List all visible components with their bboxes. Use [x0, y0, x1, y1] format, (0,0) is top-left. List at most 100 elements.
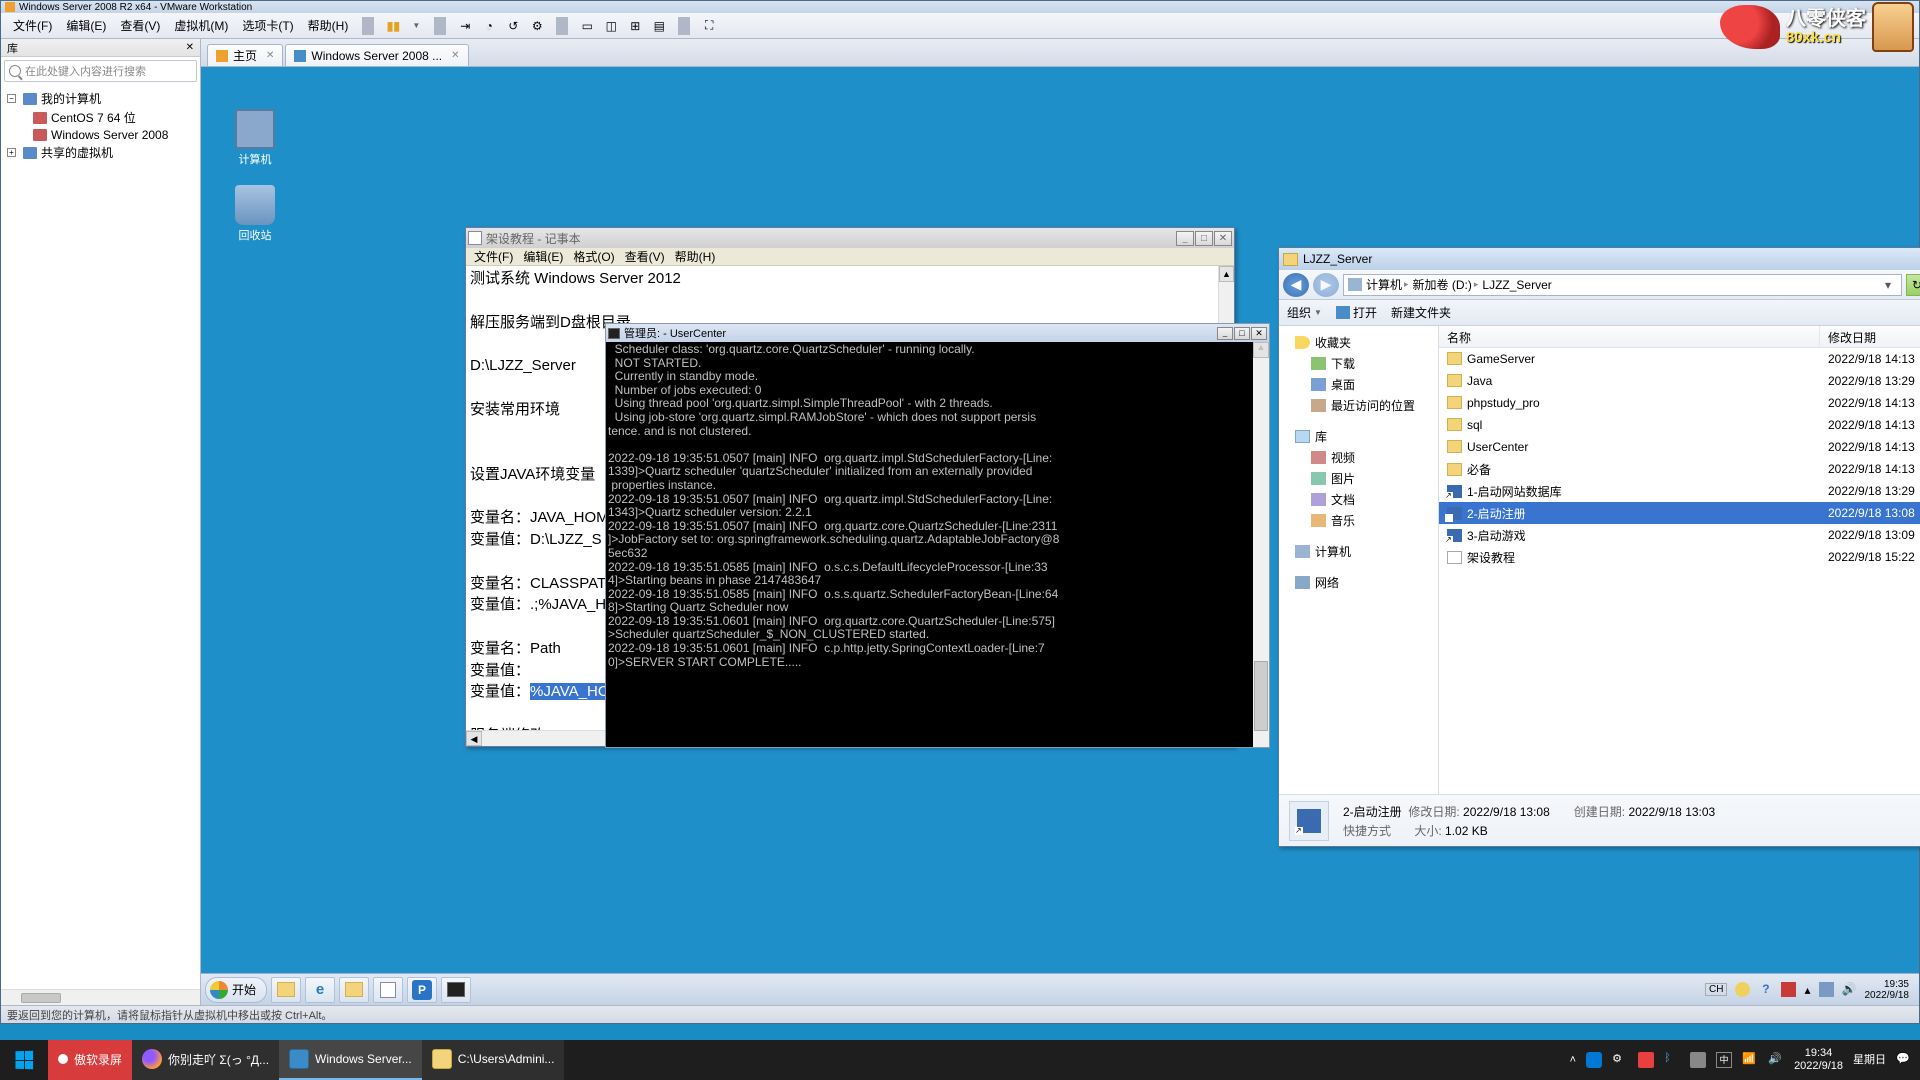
vm-clock[interactable]: 19:35 2022/9/18	[1865, 979, 1910, 1001]
file-row[interactable]: 2-启动注册2022/9/18 13:08快捷方式2 KB	[1439, 502, 1920, 524]
revert-button[interactable]: ↺	[502, 15, 524, 37]
path-seg-drive[interactable]: 新加卷 (D:) ▸	[1413, 276, 1479, 293]
back-button[interactable]: ◀	[1283, 273, 1309, 297]
tray-volume-icon[interactable]: 🔊	[1768, 1052, 1784, 1068]
address-bar[interactable]: 计算机 ▸ 新加卷 (D:) ▸ LJZZ_Server ▾	[1343, 274, 1902, 296]
manage-button[interactable]: ⚙	[526, 15, 548, 37]
file-row[interactable]: 1-启动网站数据库2022/9/18 13:29快捷方式1 KB	[1439, 480, 1920, 502]
tray-bluetooth-icon[interactable]: ᛒ	[1664, 1052, 1680, 1068]
file-row[interactable]: GameServer2022/9/18 14:13文件夹	[1439, 348, 1920, 370]
file-row[interactable]: UserCenter2022/9/18 14:13文件夹	[1439, 436, 1920, 458]
chevron-right-icon[interactable]: ▸	[1474, 279, 1479, 290]
task-recorder[interactable]: 傲软录屏	[48, 1040, 132, 1080]
np-menu-format[interactable]: 格式(O)	[569, 248, 618, 265]
close-button[interactable]: ✕	[1251, 327, 1267, 340]
side-libraries[interactable]: 库	[1283, 426, 1434, 447]
np-menu-edit[interactable]: 编辑(E)	[519, 248, 567, 265]
refresh-button[interactable]: ↻	[1906, 274, 1920, 296]
close-tab-icon[interactable]: ✕	[266, 50, 274, 61]
vmware-titlebar[interactable]: Windows Server 2008 R2 x64 - VMware Work…	[1, 1, 1919, 13]
task-folder[interactable]: C:\Users\Admini...	[422, 1040, 565, 1080]
tray-onedrive-icon[interactable]	[1586, 1052, 1602, 1068]
newfolder-button[interactable]: 新建文件夹	[1391, 304, 1451, 321]
scroll-left-icon[interactable]: ◀	[466, 731, 482, 746]
side-downloads[interactable]: 下载	[1283, 353, 1434, 374]
ime-indicator[interactable]: CH	[1705, 983, 1727, 996]
cmd-window[interactable]: 管理员: - UserCenter _ □ ✕ Scheduler class:…	[605, 323, 1270, 748]
send-ctrlaltdel-button[interactable]: ⇥	[454, 15, 476, 37]
tray-help-icon[interactable]: ?	[1758, 982, 1773, 997]
close-tab-icon[interactable]: ✕	[451, 50, 459, 61]
file-row[interactable]: sql2022/9/18 14:13文件夹	[1439, 414, 1920, 436]
task-p[interactable]: P	[407, 977, 437, 1003]
tray-settings-icon[interactable]: ⚙	[1612, 1052, 1628, 1068]
scrollbar-vertical[interactable]: ▲	[1253, 342, 1269, 747]
file-row[interactable]: 3-启动游戏2022/9/18 13:09快捷方式2 KB	[1439, 524, 1920, 546]
scroll-up-icon[interactable]: ▲	[1219, 266, 1234, 282]
maximize-button[interactable]: □	[1234, 327, 1250, 340]
unity-button[interactable]: ◫	[600, 15, 622, 37]
tray-network-icon[interactable]	[1819, 982, 1834, 997]
side-pictures[interactable]: 图片	[1283, 468, 1434, 489]
file-row[interactable]: 必备2022/9/18 14:13文件夹	[1439, 458, 1920, 480]
maximize-button[interactable]: □	[1195, 231, 1213, 246]
menu-vm[interactable]: 虚拟机(M)	[168, 15, 234, 36]
view-button[interactable]: ⊞	[624, 15, 646, 37]
stretch-button[interactable]: ⛶	[698, 15, 720, 37]
minimize-button[interactable]: _	[1176, 231, 1194, 246]
host-clock[interactable]: 19:34 2022/9/18	[1794, 1047, 1843, 1072]
tab-home[interactable]: 主页✕	[207, 44, 283, 66]
menu-edit[interactable]: 编辑(E)	[60, 15, 112, 36]
start-button[interactable]: 开始	[205, 977, 267, 1003]
file-row[interactable]: 架设教程2022/9/18 15:22文本文档2 KB	[1439, 546, 1920, 568]
tray-up-icon[interactable]: ˄	[1570, 1054, 1576, 1066]
snapshot-button[interactable]: ◔	[478, 15, 500, 37]
library-search[interactable]: 在此处键入内容进行搜索	[4, 60, 197, 82]
tray-up-icon[interactable]: ▴	[1804, 983, 1810, 997]
tree-vm-winserver[interactable]: Windows Server 2008	[3, 127, 198, 143]
task-explorer[interactable]	[271, 977, 301, 1003]
close-library-button[interactable]: ✕	[186, 42, 194, 53]
tray-shield-icon[interactable]	[1638, 1052, 1654, 1068]
pause-button[interactable]: ▮▮	[382, 15, 404, 37]
path-seg-folder[interactable]: LJZZ_Server	[1482, 278, 1551, 292]
expand-icon[interactable]: +	[7, 148, 16, 157]
minimize-button[interactable]: _	[1217, 327, 1233, 340]
tray-other-icon[interactable]	[1690, 1052, 1706, 1068]
explorer-window[interactable]: LJZZ_Server _ □ ✕ ◀ ▶ 计算机 ▸	[1278, 247, 1920, 847]
menu-tabs[interactable]: 选项卡(T)	[236, 15, 299, 36]
explorer-titlebar[interactable]: LJZZ_Server _ □ ✕	[1279, 248, 1920, 270]
chevron-right-icon[interactable]: ▸	[1404, 279, 1409, 290]
scroll-thumb[interactable]	[21, 993, 61, 1003]
task-folder2[interactable]	[339, 977, 369, 1003]
task-notepad[interactable]	[373, 977, 403, 1003]
np-menu-help[interactable]: 帮助(H)	[671, 248, 720, 265]
tab-winserver[interactable]: Windows Server 2008 ...✕	[285, 44, 468, 66]
side-music[interactable]: 音乐	[1283, 510, 1434, 531]
desktop-recycle-icon[interactable]: 回收站	[225, 185, 285, 243]
tree-shared-vms[interactable]: +共享的虚拟机	[3, 143, 198, 162]
scroll-up-icon[interactable]: ▲	[1253, 342, 1269, 358]
side-documents[interactable]: 文档	[1283, 489, 1434, 510]
dropdown-icon[interactable]: ▼	[406, 19, 426, 32]
side-network[interactable]: 网络	[1283, 572, 1434, 593]
task-cmd[interactable]	[441, 977, 471, 1003]
tray-input-icon[interactable]: 中	[1716, 1052, 1732, 1068]
file-row[interactable]: phpstudy_pro2022/9/18 14:13文件夹	[1439, 392, 1920, 414]
open-button[interactable]: 打开	[1336, 304, 1377, 321]
collapse-icon[interactable]: −	[7, 94, 16, 103]
forward-button[interactable]: ▶	[1313, 273, 1339, 297]
tray-icon[interactable]	[1735, 982, 1750, 997]
tree-vm-centos[interactable]: CentOS 7 64 位	[3, 108, 198, 127]
notepad-titlebar[interactable]: 架设教程 - 记事本 _ □ ✕	[466, 228, 1234, 248]
side-desktop[interactable]: 桌面	[1283, 374, 1434, 395]
tray-flag-icon[interactable]	[1781, 982, 1796, 997]
organize-button[interactable]: 组织▼	[1287, 304, 1322, 321]
tree-my-computer[interactable]: −我的计算机	[3, 89, 198, 108]
task-ie[interactable]: e	[305, 977, 335, 1003]
notifications-icon[interactable]: 💬	[1896, 1052, 1912, 1068]
path-seg-computer[interactable]: 计算机 ▸	[1366, 276, 1409, 293]
scroll-thumb[interactable]	[1254, 661, 1268, 731]
fullscreen-button[interactable]: ▭	[576, 15, 598, 37]
menu-help[interactable]: 帮助(H)	[302, 15, 355, 36]
